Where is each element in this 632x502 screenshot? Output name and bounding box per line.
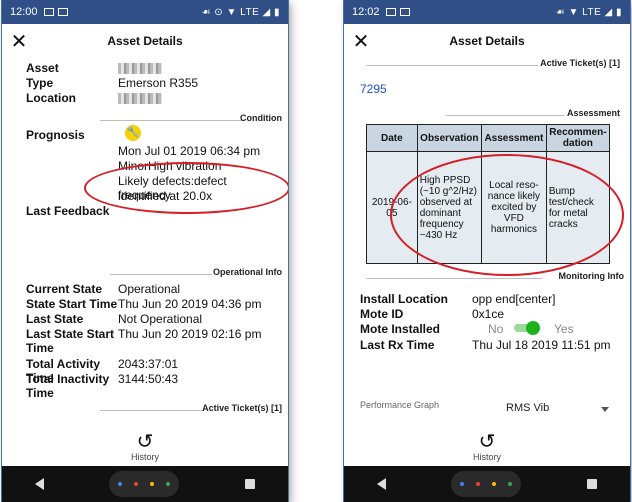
ticket-link[interactable]: 7295 xyxy=(360,82,387,96)
asset-value xyxy=(118,61,282,75)
active-tickets-label: Active Ticket(s) [1] xyxy=(540,58,620,68)
op-value: 2043:37:01 xyxy=(118,357,179,371)
back-icon[interactable] xyxy=(34,478,44,490)
history-nav[interactable]: ↺ History xyxy=(2,426,288,466)
app-header: ✕ Asset Details xyxy=(2,24,288,58)
section-divider xyxy=(366,278,542,279)
op-value: Thu Jun 20 2019 02:16 pm xyxy=(118,327,262,341)
active-tickets-label: Active Ticket(s) [1] xyxy=(202,403,282,413)
monitor-value: 0x1ce xyxy=(472,307,505,321)
assistant-dot xyxy=(134,482,139,486)
performance-graph-select[interactable]: RMS Vib xyxy=(506,402,549,414)
prognosis-date: Mon Jul 01 2019 06:34 pm xyxy=(118,144,261,158)
assessment-section-label: Assessment xyxy=(566,108,620,118)
section-divider xyxy=(100,410,204,411)
asset-label: Asset xyxy=(26,61,59,75)
home-button[interactable] xyxy=(451,471,522,497)
status-icons: ☙ ⊙ ▼ LTE ◢ ▮ xyxy=(201,6,280,18)
type-value: Emerson R355 xyxy=(118,76,199,90)
toggle-on-label: Yes xyxy=(554,322,574,336)
table-header: Recommen-dation xyxy=(545,124,611,152)
monitor-label: Install Location xyxy=(360,292,449,306)
close-button[interactable]: ✕ xyxy=(344,24,378,58)
op-value: Not Operational xyxy=(118,312,203,326)
recents-icon[interactable] xyxy=(587,479,598,489)
monitor-label: Last Rx Time xyxy=(360,338,435,352)
system-nav-bar xyxy=(344,466,630,502)
history-icon[interactable]: ↺ xyxy=(137,430,154,452)
monitor-value: Thu Jul 18 2019 11:51 pm xyxy=(472,338,611,352)
op-label: Last State Start Time xyxy=(26,327,115,355)
home-button[interactable] xyxy=(109,471,180,497)
page-title: Asset Details xyxy=(107,34,183,48)
history-label[interactable]: History xyxy=(131,452,159,462)
assistant-dot xyxy=(508,482,513,486)
recents-icon[interactable] xyxy=(245,479,256,489)
monitor-label: Mote ID xyxy=(360,307,404,321)
monitor-value: opp end[center] xyxy=(472,292,556,306)
redacted-value xyxy=(118,93,162,105)
op-label: State Start Time xyxy=(26,297,118,311)
condition-section-label: Condition xyxy=(240,113,282,123)
phone-screen-right: 12:02 ☙ ▼ LTE ◢ ▮ ✕ Asset Details Active… xyxy=(344,0,630,502)
performance-graph-label: Performance Graph xyxy=(360,400,440,410)
assistant-dot xyxy=(118,482,123,486)
system-nav-bar xyxy=(2,466,288,502)
history-nav[interactable]: ↺ History xyxy=(344,426,630,466)
status-time: 12:00 xyxy=(10,6,38,18)
op-label: Current State xyxy=(26,282,103,296)
redacted-value xyxy=(118,63,162,75)
phone-screen-left: 12:00 ☙ ⊙ ▼ LTE ◢ ▮ ✕ Asset Details Asse… xyxy=(2,0,288,502)
op-value: Thu Jun 20 2019 04:36 pm xyxy=(118,297,262,311)
section-divider xyxy=(100,120,244,121)
mail-icon xyxy=(57,8,68,16)
assistant-dot xyxy=(476,482,481,486)
assistant-dot xyxy=(166,482,171,486)
section-divider xyxy=(110,274,212,275)
mail-icon xyxy=(43,8,54,16)
mail-icon xyxy=(399,8,410,16)
asset-details-content[interactable]: Active Ticket(s) [1] 7295 Assessment Dat… xyxy=(344,58,630,426)
monitoring-section-label: Monitoring Info xyxy=(558,271,624,281)
mote-installed-toggle[interactable] xyxy=(512,321,540,335)
status-bar: 12:02 ☙ ▼ LTE ◢ ▮ xyxy=(344,0,630,24)
mail-icon xyxy=(385,8,396,16)
location-value xyxy=(118,91,282,105)
op-value: Operational xyxy=(118,282,181,296)
annotation-ellipse xyxy=(390,154,624,276)
op-label: Last State xyxy=(26,312,84,326)
op-value: 3144:50:43 xyxy=(118,372,179,386)
page-title: Asset Details xyxy=(449,34,525,48)
monitor-label: Mote Installed xyxy=(360,322,441,336)
last-feedback-label: Last Feedback xyxy=(26,204,110,218)
operational-section-label: Operational Info xyxy=(212,267,282,277)
asset-details-content[interactable]: Asset Type Emerson R355 Location Conditi… xyxy=(2,58,288,426)
section-divider xyxy=(446,115,564,116)
close-button[interactable]: ✕ xyxy=(2,24,36,58)
assistant-dot xyxy=(150,482,155,486)
location-label: Location xyxy=(26,91,76,105)
status-icons: ☙ ▼ LTE ◢ ▮ xyxy=(555,6,622,18)
section-divider xyxy=(366,65,538,66)
assistant-dot xyxy=(492,482,497,486)
assistant-dot xyxy=(460,482,465,486)
app-header: ✕ Asset Details xyxy=(344,24,630,58)
table-header: Observation xyxy=(416,124,482,152)
op-label: Total Inactivity Time xyxy=(26,372,110,400)
table-header: Date xyxy=(366,124,418,152)
status-time: 12:02 xyxy=(352,6,380,18)
history-icon[interactable]: ↺ xyxy=(479,430,496,452)
history-label[interactable]: History xyxy=(473,452,501,462)
wrench-icon: 🔧 xyxy=(125,125,141,141)
chevron-down-icon[interactable] xyxy=(601,407,609,412)
type-label: Type xyxy=(26,76,54,90)
table-header-row: Date Observation Assessment Recommen-dat… xyxy=(366,124,611,152)
table-header: Assessment xyxy=(480,124,547,152)
prognosis-label: Prognosis xyxy=(26,128,85,142)
back-icon[interactable] xyxy=(376,478,386,490)
status-bar: 12:00 ☙ ⊙ ▼ LTE ◢ ▮ xyxy=(2,0,288,24)
toggle-knob xyxy=(526,321,540,335)
